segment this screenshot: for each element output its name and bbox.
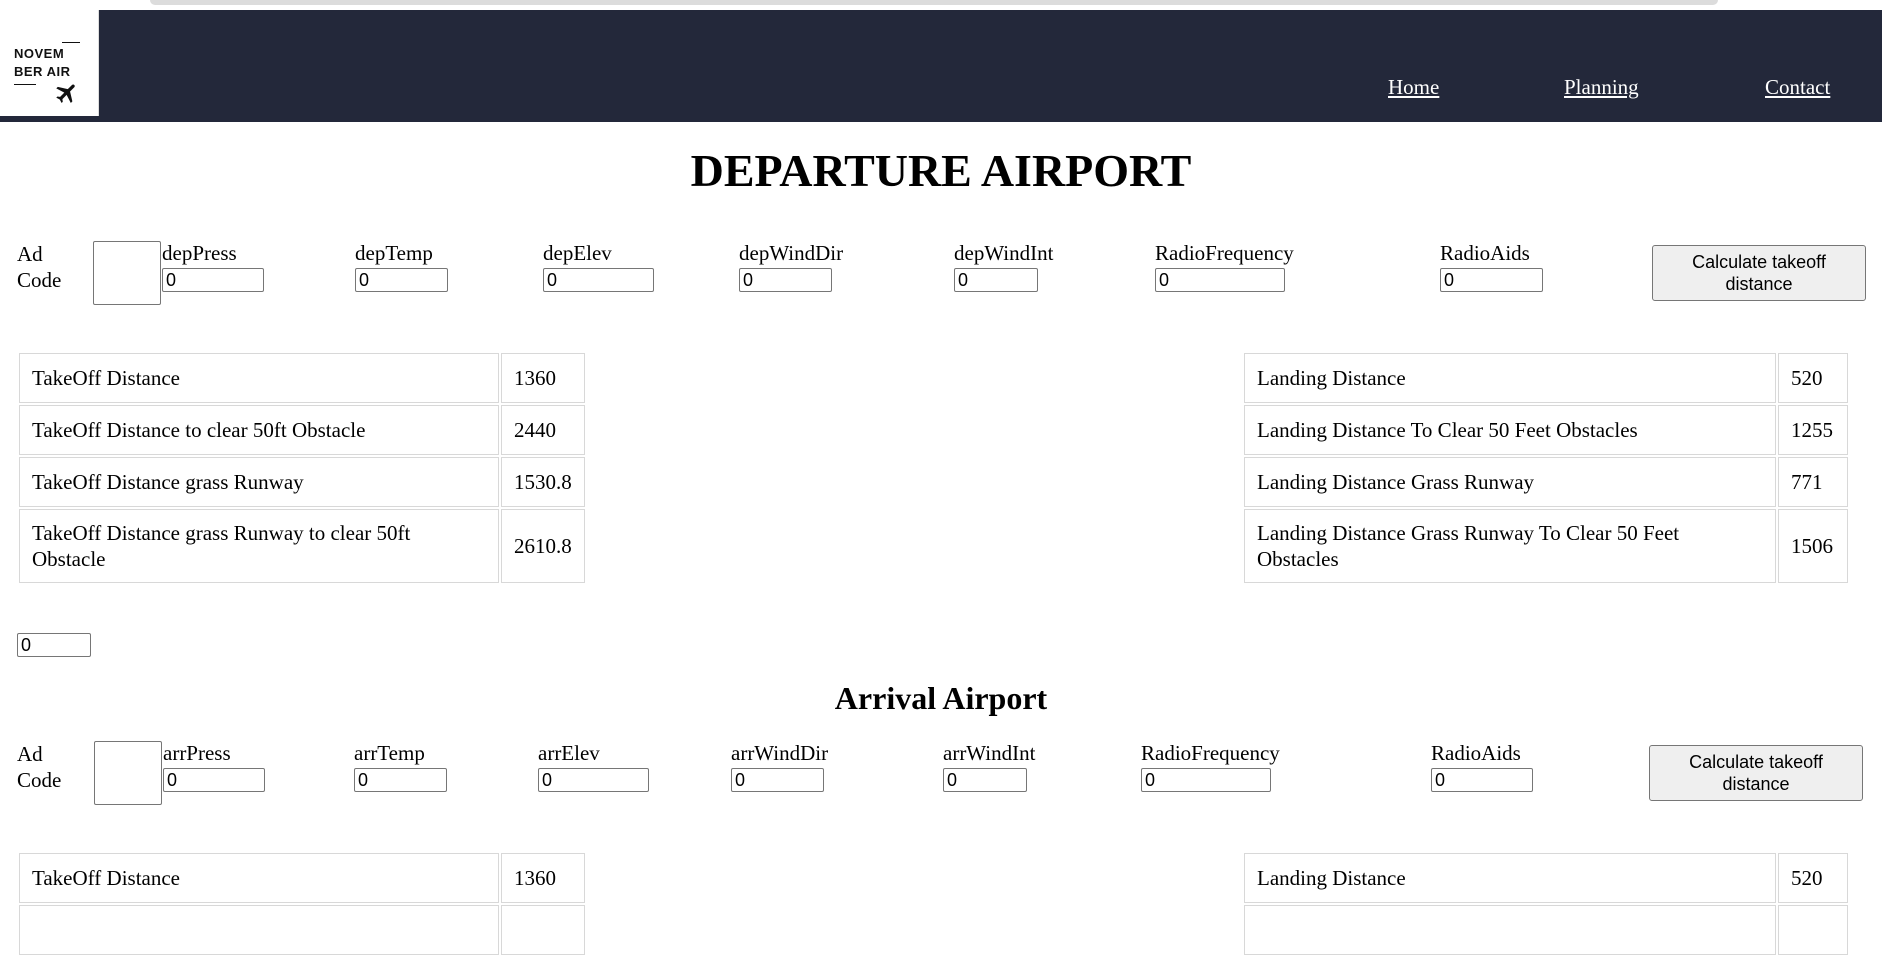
table-cell-label: Landing Distance To Clear 50 Feet Obstac… <box>1244 405 1776 455</box>
table-cell-value: 2610.8 <box>501 509 585 583</box>
arr-takeoff-table: TakeOff Distance 1360 <box>17 851 587 957</box>
logo-text-line1: NOVEM <box>14 46 65 61</box>
table-cell-label: Landing Distance <box>1244 853 1776 903</box>
table-cell-value: 2440 <box>501 405 585 455</box>
table-cell-label: TakeOff Distance <box>19 853 499 903</box>
table-row <box>1244 905 1848 955</box>
dep-extra-input[interactable] <box>17 633 91 657</box>
dep-temp-input[interactable] <box>355 268 448 292</box>
table-row: Landing Distance To Clear 50 Feet Obstac… <box>1244 405 1848 455</box>
airplane-icon <box>56 84 75 103</box>
arr-wind-dir-label: arrWindDir <box>731 741 829 765</box>
arr-temp-input[interactable] <box>354 768 447 792</box>
table-cell-value <box>501 905 585 955</box>
table-cell-label <box>1244 905 1776 955</box>
table-cell-value: 1360 <box>501 853 585 903</box>
table-cell-value: 771 <box>1778 457 1848 507</box>
dep-radio-aids-label: RadioAids <box>1440 241 1530 265</box>
dep-press-label: depPress <box>162 241 237 265</box>
novemberair-logo[interactable]: NOVEM BER AIR <box>0 10 99 116</box>
dep-radio-frequency-input[interactable] <box>1155 268 1285 292</box>
arr-wind-int-label: arrWindInt <box>943 741 1036 765</box>
dep-ad-code-input[interactable] <box>93 241 161 305</box>
arr-press-input[interactable] <box>163 768 265 792</box>
dep-radio-aids-input[interactable] <box>1440 268 1543 292</box>
table-cell-label: TakeOff Distance <box>19 353 499 403</box>
table-row: TakeOff Distance 1360 <box>19 853 585 903</box>
arrival-title: Arrival Airport <box>834 680 1048 716</box>
arr-wind-dir-input[interactable] <box>731 768 824 792</box>
table-cell-value: 520 <box>1778 353 1848 403</box>
table-cell-value: 1530.8 <box>501 457 585 507</box>
dep-wind-int-input[interactable] <box>954 268 1038 292</box>
dep-wind-dir-input[interactable] <box>739 268 832 292</box>
table-cell-value: 1255 <box>1778 405 1848 455</box>
arr-landing-table: Landing Distance 520 <box>1242 851 1850 957</box>
table-row: Landing Distance 520 <box>1244 853 1848 903</box>
table-row: TakeOff Distance 1360 <box>19 353 585 403</box>
table-cell-value: 1506 <box>1778 509 1848 583</box>
arr-radio-aids-label: RadioAids <box>1431 741 1521 765</box>
table-row: Landing Distance 520 <box>1244 353 1848 403</box>
dep-wind-int-label: depWindInt <box>954 241 1054 265</box>
dep-calculate-takeoff-button[interactable]: Calculate takeoff distance <box>1652 245 1866 301</box>
arr-radio-frequency-input[interactable] <box>1141 768 1271 792</box>
arr-ad-code-input[interactable] <box>94 741 162 805</box>
arr-press-label: arrPress <box>163 741 231 765</box>
table-cell-label: TakeOff Distance grass Runway <box>19 457 499 507</box>
table-cell-label: TakeOff Distance to clear 50ft Obstacle <box>19 405 499 455</box>
nav-planning-link[interactable]: Planning <box>1564 75 1639 100</box>
table-cell-label: Landing Distance <box>1244 353 1776 403</box>
dep-elev-input[interactable] <box>543 268 654 292</box>
table-cell-label <box>19 905 499 955</box>
arr-elev-label: arrElev <box>538 741 600 765</box>
arr-temp-label: arrTemp <box>354 741 425 765</box>
arr-ad-code-label: Ad Code <box>17 742 62 792</box>
table-cell-label: TakeOff Distance grass Runway to clear 5… <box>19 509 499 583</box>
table-cell-label: Landing Distance Grass Runway <box>1244 457 1776 507</box>
dep-radio-frequency-label: RadioFrequency <box>1155 241 1294 265</box>
table-row: Landing Distance Grass Runway 771 <box>1244 457 1848 507</box>
browser-scrollbar <box>150 0 1718 5</box>
table-cell-value <box>1778 905 1848 955</box>
dep-elev-label: depElev <box>543 241 612 265</box>
dep-ad-code-label: Ad Code <box>17 242 62 292</box>
browser-top-strip <box>0 0 1882 10</box>
nav-home-link[interactable]: Home <box>1388 75 1439 100</box>
nav-contact-link[interactable]: Contact <box>1765 75 1830 100</box>
departure-title: DEPARTURE AIRPORT <box>690 145 1192 196</box>
arr-wind-int-input[interactable] <box>943 768 1027 792</box>
arr-radio-frequency-label: RadioFrequency <box>1141 741 1280 765</box>
dep-wind-dir-label: depWindDir <box>739 241 844 265</box>
logo-rule <box>14 84 36 85</box>
arr-radio-aids-input[interactable] <box>1431 768 1533 792</box>
table-row: TakeOff Distance grass Runway 1530.8 <box>19 457 585 507</box>
dep-temp-label: depTemp <box>355 241 433 265</box>
dep-press-input[interactable] <box>162 268 264 292</box>
dep-takeoff-table: TakeOff Distance 1360 TakeOff Distance t… <box>17 351 587 585</box>
table-row: TakeOff Distance grass Runway to clear 5… <box>19 509 585 583</box>
arr-elev-input[interactable] <box>538 768 649 792</box>
table-row: Landing Distance Grass Runway To Clear 5… <box>1244 509 1848 583</box>
table-cell-label: Landing Distance Grass Runway To Clear 5… <box>1244 509 1776 583</box>
table-row: TakeOff Distance to clear 50ft Obstacle … <box>19 405 585 455</box>
arr-calculate-takeoff-button[interactable]: Calculate takeoff distance <box>1649 745 1863 801</box>
logo-rule <box>62 42 80 43</box>
site-header: NOVEM BER AIR Home Planning Contact <box>0 10 1882 122</box>
dep-landing-table: Landing Distance 520 Landing Distance To… <box>1242 351 1850 585</box>
table-row <box>19 905 585 955</box>
table-cell-value: 520 <box>1778 853 1848 903</box>
table-cell-value: 1360 <box>501 353 585 403</box>
logo-text-line2: BER AIR <box>14 64 71 79</box>
